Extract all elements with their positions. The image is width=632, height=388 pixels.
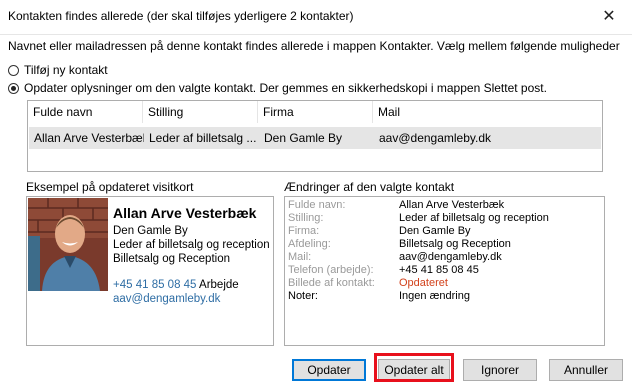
change-value: +45 41 85 08 45: [399, 264, 479, 276]
changes-panel[interactable]: Fulde navn: Allan Arve Vesterbæk Stilling…: [284, 196, 605, 346]
card-job-title: Leder af billetsalg og reception: [113, 239, 270, 251]
table-row[interactable]: Allan Arve Vesterbæk Leder af billetsalg…: [29, 127, 601, 149]
close-icon[interactable]: ✕: [596, 4, 622, 30]
dialog-window: Kontakten findes allerede (der skal tilf…: [0, 0, 632, 388]
change-field: Mail:: [288, 251, 312, 263]
column-header-mail[interactable]: Mail: [373, 101, 602, 123]
change-value: Ingen ændring: [399, 290, 470, 302]
cell-name: Allan Arve Vesterbæk: [34, 131, 144, 145]
radio-button-selected-icon[interactable]: [8, 82, 19, 94]
cancel-button[interactable]: Annuller: [549, 359, 623, 381]
update-button[interactable]: Opdater: [292, 359, 366, 381]
change-value: Den Gamle By: [399, 225, 471, 237]
cell-title: Leder af billetsalg ...: [149, 131, 257, 145]
cell-company: Den Gamle By: [264, 131, 343, 145]
business-card-preview: Allan Arve Vesterbæk Den Gamle By Leder …: [26, 196, 274, 346]
change-value-updated: Opdateret: [399, 277, 448, 289]
change-value: Billetsalg og Reception: [399, 238, 511, 250]
change-value: Allan Arve Vesterbæk: [399, 199, 505, 211]
intro-text: Navnet eller mailadressen på denne konta…: [8, 39, 620, 53]
ignore-button[interactable]: Ignorer: [463, 359, 537, 381]
column-header-title[interactable]: Stilling: [143, 101, 258, 123]
card-name: Allan Arve Vesterbæk: [113, 205, 257, 221]
title-bar: Kontakten findes allerede (der skal tilf…: [0, 0, 632, 35]
contact-photo: [28, 198, 108, 291]
card-email[interactable]: aav@dengamleby.dk: [113, 293, 220, 305]
card-phone-label: Arbejde: [199, 279, 239, 291]
cell-mail: aav@dengamleby.dk: [379, 131, 492, 145]
change-field: Firma:: [288, 225, 320, 237]
preview-label: Eksempel på opdateret visitkort: [26, 180, 194, 194]
radio-label: Tilføj ny kontakt: [24, 63, 108, 77]
changes-label: Ændringer af den valgte kontakt: [284, 180, 455, 194]
annotation-highlight-box: [374, 353, 454, 382]
change-field: Billede af kontakt:: [288, 277, 375, 289]
column-header-name[interactable]: Fulde navn: [28, 101, 143, 123]
change-field: Telefon (arbejde):: [288, 264, 374, 276]
list-header: Fulde navn Stilling Firma Mail: [28, 101, 602, 124]
card-phone-line: +45 41 85 08 45 Arbejde: [113, 279, 239, 291]
change-field: Stilling:: [288, 212, 324, 224]
change-value: Leder af billetsalg og reception: [399, 212, 549, 224]
radio-button-icon[interactable]: [8, 64, 19, 76]
radio-update-selected[interactable]: Opdater oplysninger om den valgte kontak…: [8, 81, 547, 95]
dialog-title: Kontakten findes allerede (der skal tilf…: [8, 9, 354, 23]
change-field: Fulde navn:: [288, 199, 346, 211]
radio-label: Opdater oplysninger om den valgte kontak…: [24, 81, 547, 95]
column-header-company[interactable]: Firma: [258, 101, 373, 123]
card-company: Den Gamle By: [113, 225, 188, 237]
change-field: Noter:: [288, 290, 318, 302]
card-phone[interactable]: +45 41 85 08 45: [113, 279, 196, 291]
contact-list[interactable]: Fulde navn Stilling Firma Mail Allan Arv…: [27, 100, 603, 172]
change-field: Afdeling:: [288, 238, 331, 250]
card-department: Billetsalg og Reception: [113, 253, 230, 265]
change-value: aav@dengamleby.dk: [399, 251, 502, 263]
dialog-body: Navnet eller mailadressen på denne konta…: [0, 35, 632, 388]
radio-add-new[interactable]: Tilføj ny kontakt: [8, 63, 108, 77]
